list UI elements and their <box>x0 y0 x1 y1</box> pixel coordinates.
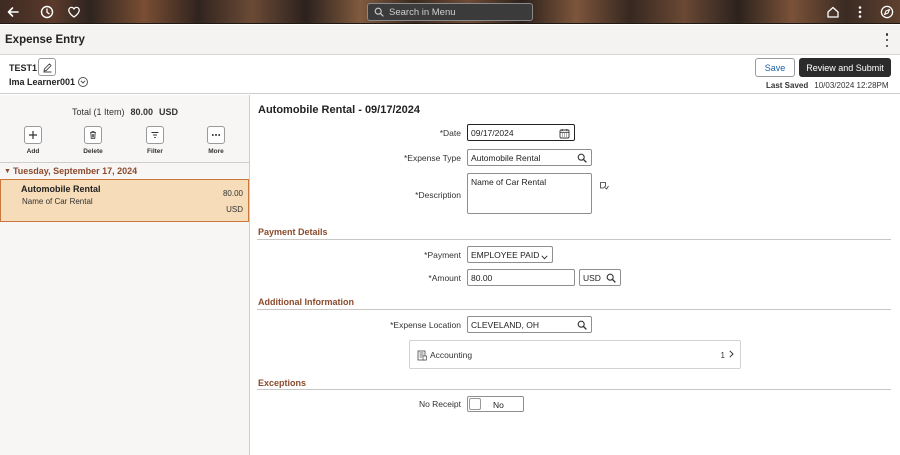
amount-value: 80.00 <box>471 272 493 283</box>
more-label: More <box>208 148 224 155</box>
section-divider <box>257 309 891 310</box>
user-name: Ima Learner001 <box>9 77 76 87</box>
favorites-heart-icon[interactable] <box>65 3 83 21</box>
exceptions-heading: Exceptions <box>258 378 307 388</box>
description-value: Name of Car Rental <box>471 177 547 187</box>
no-receipt-toggle[interactable]: No <box>467 396 524 412</box>
amount-label: *Amount <box>428 273 461 283</box>
report-subheader: TEST1 Ima Learner001 Save Review and Sub… <box>0 56 900 94</box>
filter-tool[interactable]: Filter <box>137 126 173 155</box>
lookup-search-icon[interactable] <box>577 153 587 165</box>
filter-icon <box>151 132 159 138</box>
date-label: *Date <box>439 128 461 138</box>
filter-button[interactable] <box>146 126 164 144</box>
accounting-document-icon <box>417 350 427 363</box>
toggle-knob <box>469 398 481 410</box>
spellcheck-icon[interactable] <box>599 181 609 193</box>
report-id: TEST1 <box>9 63 38 73</box>
plus-icon <box>29 131 37 139</box>
add-button[interactable] <box>24 126 42 144</box>
expense-totals: Total (1 Item) 80.00 USD <box>0 107 250 117</box>
add-tool[interactable]: Add <box>15 126 51 155</box>
more-button[interactable] <box>207 126 225 144</box>
lookup-search-icon[interactable] <box>606 273 616 285</box>
no-receipt-label: No Receipt <box>418 399 461 409</box>
payment-details-heading: Payment Details <box>258 227 328 237</box>
user-selector[interactable]: Ima Learner001 <box>9 77 89 87</box>
calendar-icon[interactable] <box>559 128 570 141</box>
additional-information-heading: Additional Information <box>258 297 354 307</box>
filter-label: Filter <box>147 148 163 155</box>
top-banner: Search in Menu <box>0 0 900 24</box>
no-receipt-value: No <box>493 400 504 410</box>
delete-tool[interactable]: Delete <box>75 126 111 155</box>
collapse-triangle-icon: ▼ <box>4 167 11 175</box>
total-amount: 80.00 <box>130 107 154 117</box>
more-dots-icon <box>211 134 221 136</box>
last-saved-info: Last Saved 10/03/2024 12:28PM <box>766 81 889 90</box>
expense-item-description: Name of Car Rental <box>22 197 93 206</box>
chevron-down-icon <box>78 77 89 87</box>
history-clock-icon[interactable] <box>38 3 56 21</box>
expense-item-currency: USD <box>226 205 243 214</box>
lookup-search-icon[interactable] <box>577 320 587 332</box>
expense-type-value: Automobile Rental <box>471 152 541 163</box>
review-and-submit-button[interactable]: Review and Submit <box>799 58 891 77</box>
date-value: 09/17/2024 <box>471 127 514 138</box>
detail-title: Automobile Rental - 09/17/2024 <box>258 104 420 116</box>
page-header: Expense Entry <box>0 25 900 55</box>
search-icon <box>374 7 384 17</box>
date-group-header[interactable]: ▼ Tuesday, September 17, 2024 <box>4 166 137 176</box>
expense-type-input[interactable]: Automobile Rental <box>467 149 592 166</box>
expense-detail-panel: Automobile Rental - 09/17/2024 *Date 09/… <box>251 95 900 455</box>
total-label: Total (1 Item) <box>71 107 125 117</box>
page-actions-kebab-icon[interactable] <box>882 33 892 47</box>
expense-item-title: Automobile Rental <box>21 184 101 194</box>
add-label: Add <box>26 148 40 155</box>
accounting-row[interactable]: Accounting 1 <box>409 340 741 369</box>
date-input[interactable]: 09/17/2024 <box>467 124 575 141</box>
expense-location-value: CLEVELAND, OH <box>471 319 540 330</box>
group-divider <box>0 162 250 163</box>
more-tool[interactable]: More <box>198 126 234 155</box>
edit-report-button[interactable] <box>38 58 56 76</box>
total-currency: USD <box>159 107 179 117</box>
expense-location-label: *Expense Location <box>390 320 461 330</box>
delete-button[interactable] <box>84 126 102 144</box>
currency-value: USD <box>583 272 601 283</box>
delete-label: Delete <box>83 148 103 155</box>
description-textarea[interactable]: Name of Car Rental <box>467 173 592 214</box>
save-button[interactable]: Save <box>755 58 795 77</box>
page-title: Expense Entry <box>5 34 85 46</box>
expense-item-amount: 80.00 <box>222 189 243 198</box>
home-icon[interactable] <box>824 3 842 21</box>
chevron-right-icon <box>729 350 734 360</box>
accounting-count: 1 <box>720 351 725 360</box>
menu-search-placeholder: Search in Menu <box>389 6 456 18</box>
list-toolbar: Add Delete Filter More <box>0 126 250 160</box>
last-saved-value: 10/03/2024 12:28PM <box>814 81 889 90</box>
payment-select[interactable]: EMPLOYEE PAID <box>467 246 553 263</box>
pencil-icon <box>43 62 52 72</box>
date-group-label: Tuesday, September 17, 2024 <box>12 166 138 176</box>
expense-list-item[interactable]: Automobile Rental Name of Car Rental 80.… <box>0 179 249 222</box>
currency-input[interactable]: USD <box>579 269 621 286</box>
section-divider <box>257 389 891 390</box>
description-label: *Description <box>415 190 461 200</box>
back-arrow-icon[interactable] <box>4 3 22 21</box>
navigator-compass-icon[interactable] <box>878 3 896 21</box>
accounting-label: Accounting <box>430 350 473 360</box>
chevron-down-icon <box>541 252 548 262</box>
last-saved-label: Last Saved <box>766 81 809 90</box>
expense-location-input[interactable]: CLEVELAND, OH <box>467 316 592 333</box>
expense-type-label: *Expense Type <box>403 153 461 163</box>
payment-label: *Payment <box>424 250 461 260</box>
section-divider <box>257 239 891 240</box>
expense-list-panel: Total (1 Item) 80.00 USD Add Delete Filter… <box>0 95 250 455</box>
amount-input[interactable]: 80.00 <box>467 269 575 286</box>
menu-search-input[interactable]: Search in Menu <box>367 3 533 21</box>
trash-icon <box>90 131 96 139</box>
payment-value: EMPLOYEE PAID <box>471 249 540 260</box>
actions-kebab-icon[interactable] <box>851 3 869 21</box>
